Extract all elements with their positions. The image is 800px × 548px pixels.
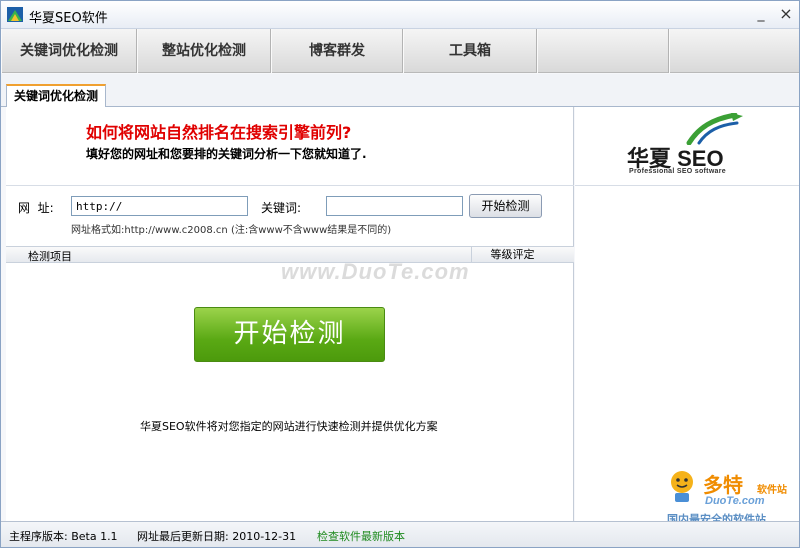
- app-logo-icon: [7, 7, 23, 22]
- start-check-button-small[interactable]: 开始检测: [469, 194, 542, 218]
- watermark-brand-suffix: 软件站: [757, 485, 787, 496]
- title-bar: 华夏SEO软件 _ ×: [1, 1, 799, 29]
- divider: [575, 185, 799, 186]
- tab-strip: 关键词优化检测: [1, 74, 799, 108]
- watermark-text: www.DuoTe.com: [281, 259, 470, 284]
- update-date-text: 网址最后更新日期: 2010-12-31: [137, 530, 297, 543]
- watermark-brand: 多特: [703, 473, 743, 497]
- status-bar: 主程序版本: Beta 1.1 网址最后更新日期: 2010-12-31 检查软…: [1, 521, 799, 547]
- logo-tagline: Professional SEO software: [629, 168, 726, 175]
- url-label: 网 址:: [18, 201, 54, 215]
- window-title: 华夏SEO软件: [29, 11, 108, 26]
- toolbar-keyword-check[interactable]: 关键词优化检测: [1, 29, 137, 73]
- column-header-grade[interactable]: 等级评定: [471, 247, 553, 262]
- url-input[interactable]: [71, 196, 248, 216]
- keyword-check-panel: 如何将网站自然排名在搜索引擎前列? 填好您的网址和您要排的关键词分析一下您就知道…: [6, 107, 574, 521]
- keyword-input[interactable]: [326, 196, 463, 216]
- toolbar-blog-post[interactable]: 博客群发: [271, 29, 403, 73]
- url-format-hint: 网址格式如:http://www.c2008.cn (注:含www不含www结果…: [71, 225, 392, 236]
- keyword-label: 关键词:: [261, 201, 302, 215]
- toolbar-empty-slot: [669, 29, 799, 73]
- watermark-site: DuoTe.com: [705, 495, 765, 507]
- subheadline: 填好您的网址和您要排的关键词分析一下您就知道了.: [86, 147, 367, 161]
- headline: 如何将网站自然排名在搜索引擎前列?: [86, 123, 352, 142]
- description-text: 华夏SEO软件将对您指定的网站进行快速检测并提供优化方案: [140, 420, 438, 433]
- column-header-item[interactable]: 检测项目: [28, 248, 72, 264]
- version-text: 主程序版本: Beta 1.1: [9, 530, 118, 543]
- toolbar-empty-slot: [537, 29, 669, 73]
- tab-keyword-check[interactable]: 关键词优化检测: [6, 84, 106, 108]
- start-check-button[interactable]: 开始检测: [194, 307, 385, 362]
- close-icon[interactable]: ×: [776, 5, 796, 23]
- main-toolbar: 关键词优化检测 整站优化检测 博客群发 工具箱: [1, 29, 799, 73]
- toolbar-toolbox[interactable]: 工具箱: [403, 29, 537, 73]
- mascot-icon: [671, 471, 693, 502]
- minimize-icon[interactable]: _: [751, 5, 771, 23]
- check-update-link[interactable]: 检查软件最新版本: [317, 528, 405, 544]
- right-panel: 华夏 SEO Professional SEO software: [575, 107, 799, 521]
- toolbar-site-check[interactable]: 整站优化检测: [137, 29, 271, 73]
- watermark-badge: 多特 软件站 DuoTe.com 国内最安全的软件站: [665, 467, 799, 529]
- app-window: 华夏SEO软件 _ × 关键词优化检测 整站优化检测 博客群发 工具箱 关键词优…: [0, 0, 800, 548]
- brand-logo: 华夏 SEO Professional SEO software: [627, 113, 757, 179]
- divider: [6, 185, 574, 186]
